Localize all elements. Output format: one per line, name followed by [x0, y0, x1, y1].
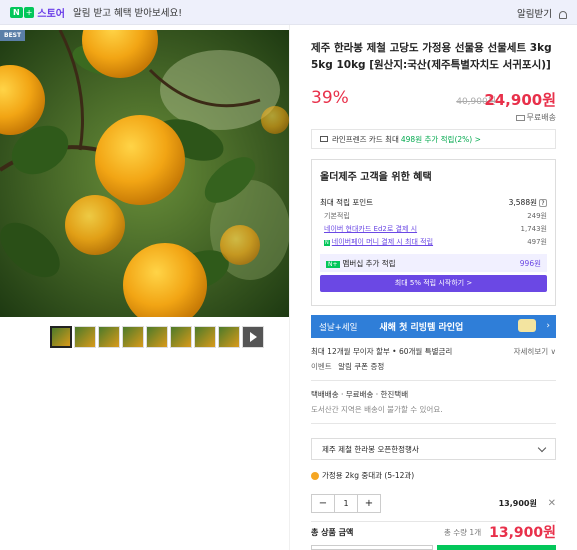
- event-tag: 이벤트: [311, 362, 332, 371]
- event-row: 이벤트 알림 쿠폰 증정: [311, 361, 556, 372]
- promo-illustration-icon: [518, 319, 536, 332]
- naver-pay-icon: N: [324, 240, 330, 246]
- installment-more-link[interactable]: 자세히보기 ∨: [514, 346, 556, 357]
- max-points-value: 3,588원: [508, 198, 537, 207]
- option-select[interactable]: 제주 제철 한라봉 오픈한정행사: [311, 438, 556, 460]
- total-price: 13,900원: [489, 525, 556, 541]
- buy-now-button[interactable]: [311, 545, 433, 550]
- basic-points-row: 기본적립 249원: [320, 211, 547, 221]
- thumbnail[interactable]: [170, 326, 192, 348]
- truck-icon: [515, 114, 525, 121]
- promo-title: 새해 첫 리빙템 라인업: [379, 323, 464, 333]
- chevron-down-icon: [537, 443, 547, 452]
- installment-text: 최대 12개월 무이자 할부 • 60개월 특별금리: [311, 347, 453, 356]
- store-label: 스토어: [37, 8, 66, 20]
- thumbnail[interactable]: [74, 326, 96, 348]
- thumbnail[interactable]: [194, 326, 216, 348]
- divider: [311, 380, 556, 381]
- total-label: 총 상품 금액: [311, 527, 354, 537]
- quantity-stepper: − 1 +: [311, 494, 381, 513]
- basic-points-value: 249원: [527, 212, 547, 220]
- hyundai-card-row: 네이버 현대카드 Ed2로 결제 시 1,743원: [320, 224, 547, 234]
- hallabong-photo: [0, 30, 289, 317]
- membership-label: 멤버십 추가 적립: [342, 258, 396, 268]
- discount-rate: 39%: [311, 88, 349, 108]
- best-badge: BEST: [0, 30, 26, 41]
- naver-n-icon: N: [10, 6, 23, 18]
- thumbnail-strip: [50, 326, 264, 348]
- product-info-panel: 제주 한라봉 제철 고당도 가정용 선물용 선물세트 3kg 5kg 10kg …: [311, 30, 556, 522]
- membership-row: N+ 멤버십 추가 적립 996원: [320, 254, 547, 272]
- notification-message: 알림 받고 혜택 받아보세요!: [73, 8, 183, 19]
- promo-left: 설날+세일: [319, 322, 358, 333]
- membership-icon: N+: [326, 260, 340, 268]
- event-text[interactable]: 알림 쿠폰 증정: [338, 362, 384, 371]
- card-banner-highlight: 498원 추가 적립(2%) >: [400, 134, 481, 144]
- max-points-label: 최대 적립 포인트: [320, 198, 374, 207]
- money-points-link[interactable]: 네이버페이 머니 결제 시 최대 적립: [332, 238, 433, 246]
- selected-option-label: 가정용 2kg 중대과 (5-12과): [322, 471, 415, 480]
- column-divider: [289, 25, 290, 550]
- max-points-row: 최대 적립 포인트 3,588원?: [320, 197, 547, 208]
- thumbnail[interactable]: [218, 326, 240, 348]
- alarm-button[interactable]: 알림받기: [517, 6, 567, 20]
- store-logo[interactable]: N + 스토어: [10, 5, 65, 20]
- thumbnail[interactable]: [122, 326, 144, 348]
- option-price-value: 13,900원: [498, 499, 537, 508]
- sale-price: 24,900원: [484, 91, 556, 109]
- shipping-info-line: 택배배송 · 무료배송 · 한진택배: [311, 390, 409, 399]
- divider: [311, 423, 556, 424]
- hyundai-card-value: 1,743원: [520, 225, 547, 233]
- thumbnail[interactable]: [98, 326, 120, 348]
- orange-icon: [311, 472, 319, 480]
- video-thumbnail[interactable]: [242, 326, 264, 348]
- membership-start-button[interactable]: 최대 5% 적립 시작하기 >: [320, 275, 547, 292]
- help-icon[interactable]: ?: [539, 199, 547, 207]
- thumbnail[interactable]: [146, 326, 168, 348]
- option-select-value: 제주 제철 한라봉 오픈한정행사: [322, 444, 419, 454]
- installment-row: 최대 12개월 무이자 할부 • 60개월 특별금리 자세히보기 ∨: [311, 346, 556, 357]
- purchase-buttons: [311, 545, 556, 550]
- membership-value: 996원: [519, 258, 541, 268]
- play-icon: [249, 332, 257, 342]
- shipping-info-note: 도서산간 지역은 배송이 불가할 수 있어요.: [311, 405, 443, 414]
- benefit-box: 올더제주 고객을 위한 혜택 최대 적립 포인트 3,588원? 기본적립 24…: [311, 159, 556, 306]
- product-main-image[interactable]: BEST: [0, 30, 289, 317]
- shipping-info: 택배배송 · 무료배송 · 한진택배 도서산간 지역은 배송이 불가할 수 있어…: [311, 389, 556, 415]
- plus-icon: +: [23, 6, 35, 18]
- money-points-row: N 네이버페이 머니 결제 시 최대 적립 497원: [320, 237, 547, 247]
- option-price: 13,900원 ✕: [499, 498, 556, 509]
- quantity-plus-button[interactable]: +: [358, 495, 380, 512]
- shipping-label: 무료배송: [526, 113, 556, 122]
- card-benefit-banner[interactable]: 라인프렌즈 카드 최대 498원 추가 적립(2%) >: [311, 129, 556, 149]
- alarm-button-label: 알림받기: [517, 9, 552, 20]
- selected-option: 가정용 2kg 중대과 (5-12과): [311, 470, 556, 481]
- quantity-minus-button[interactable]: −: [312, 495, 334, 512]
- benefit-title: 올더제주 고객을 위한 혜택: [320, 172, 432, 183]
- money-points-value: 497원: [527, 238, 547, 246]
- notification-bar: N + 스토어 알림 받고 혜택 받아보세요! 알림받기: [0, 0, 577, 25]
- card-banner-text: 라인프렌즈 카드 최대: [332, 134, 399, 144]
- product-title: 제주 한라봉 제철 고당도 가정용 선물용 선물세트 3kg 5kg 10kg …: [311, 42, 552, 71]
- card-icon: [320, 136, 328, 142]
- total-row: 총 상품 금액 총 수량 1개 13,900원: [311, 522, 556, 542]
- shipping-row: 무료배송: [311, 112, 556, 123]
- quantity-row: − 1 + 13,900원 ✕: [311, 494, 556, 513]
- basic-points-label: 기본적립: [324, 212, 350, 220]
- quantity-value[interactable]: 1: [334, 495, 358, 512]
- total-count: 총 수량 1개: [443, 527, 482, 537]
- add-to-cart-button[interactable]: [436, 545, 556, 550]
- price-row: 39% 40,900원 24,900원: [311, 86, 556, 112]
- thumbnail[interactable]: [50, 326, 72, 348]
- bell-icon: [559, 10, 567, 19]
- promo-banner[interactable]: 설날+세일 새해 첫 리빙템 라인업 ›: [311, 315, 556, 338]
- chevron-right-icon: ›: [546, 321, 550, 331]
- hyundai-card-link[interactable]: 네이버 현대카드 Ed2로 결제 시: [324, 224, 417, 234]
- remove-option-icon[interactable]: ✕: [548, 498, 556, 509]
